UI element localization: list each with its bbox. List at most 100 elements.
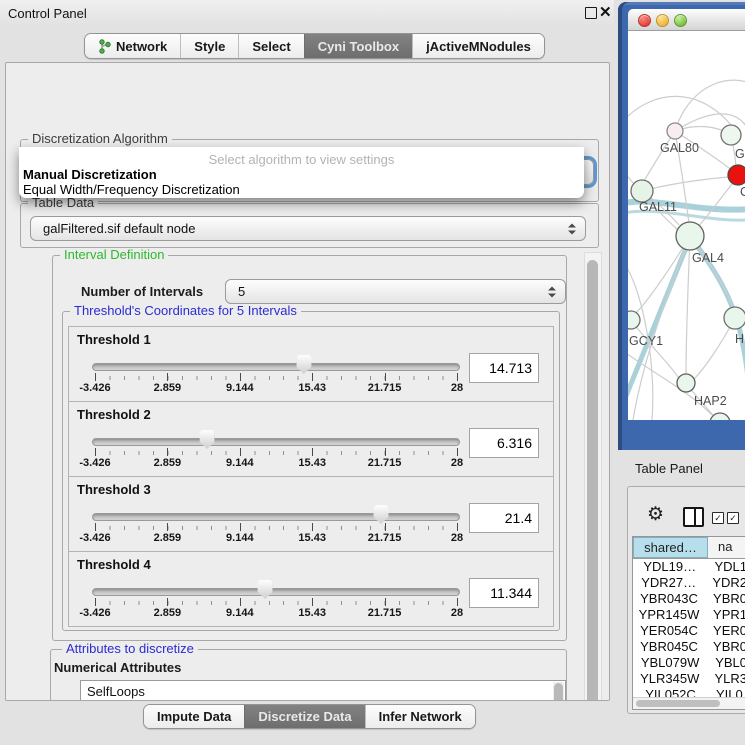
slider-track[interactable]: [92, 513, 460, 521]
threshold-4-value-field[interactable]: 11.344: [469, 578, 539, 608]
slider-thumb[interactable]: [200, 430, 215, 449]
table-header: shared… na: [633, 537, 745, 559]
network-graph: GAL80 GA C GAL11 GAL4 GCY1 H HAP2: [628, 31, 745, 420]
node-label: GA: [735, 147, 745, 161]
slider-thumb[interactable]: [296, 355, 311, 374]
threshold-2-value-field[interactable]: 6.316: [469, 428, 539, 458]
panel-title: Control Panel: [8, 6, 87, 21]
tab-discretize-data[interactable]: Discretize Data: [244, 705, 364, 728]
table-row[interactable]: YDL19…YDL1: [633, 559, 745, 575]
dropdown-option-equal-width[interactable]: Equal Width/Frequency Discretization: [23, 182, 240, 197]
edge: [675, 80, 745, 131]
slider-tick-labels: -3.426 2.859 9.144 15.43 21.715 28: [95, 607, 457, 619]
threshold-3-slider[interactable]: -3.426 2.859 9.144 15.43 21.715 28: [95, 505, 457, 550]
algorithm-group-title: Discretization Algorithm: [28, 132, 172, 146]
threshold-2-panel: Threshold 2 -3.426 2.859 9.144 15.43 21.…: [68, 401, 554, 477]
column-header-name[interactable]: na: [708, 537, 745, 558]
tab-style[interactable]: Style: [180, 34, 238, 58]
checkbox-icon[interactable]: ✓: [712, 512, 724, 524]
node-red[interactable]: [728, 165, 745, 185]
stepper-icon: [568, 223, 576, 234]
tab-network[interactable]: Network: [85, 34, 180, 58]
gear-icon[interactable]: ⚙: [647, 505, 664, 524]
list-scrollbar-thumb[interactable]: [554, 683, 563, 701]
checkbox-icon[interactable]: ✓: [727, 512, 739, 524]
control-panel-titlebar: Control Panel: [0, 0, 614, 26]
node-gcy1[interactable]: [628, 311, 640, 329]
slider-track[interactable]: [92, 438, 460, 446]
slider-ticks: [95, 448, 457, 457]
table-row[interactable]: YBR045CYBR0: [633, 639, 745, 655]
node-gal80[interactable]: [667, 123, 683, 139]
table-data-combobox[interactable]: galFiltered.sif default node: [30, 216, 586, 241]
numerical-attributes-label: Numerical Attributes: [54, 660, 181, 675]
scrollbar-thumb[interactable]: [636, 700, 720, 707]
columns-icon[interactable]: [683, 507, 704, 527]
num-intervals-combobox[interactable]: 5: [225, 279, 566, 304]
settings-scrollbar-thumb[interactable]: [587, 260, 598, 701]
table-row[interactable]: YLR345WYLR3: [633, 671, 745, 687]
node-h[interactable]: [724, 307, 745, 329]
network-canvas[interactable]: GAL80 GA C GAL11 GAL4 GCY1 H HAP2: [628, 31, 745, 420]
table-panel-title: Table Panel: [635, 461, 703, 476]
table-horizontal-scrollbar[interactable]: [633, 697, 745, 709]
slider-thumb[interactable]: [373, 505, 388, 524]
close-traffic-light-icon[interactable]: [638, 14, 651, 27]
node[interactable]: [721, 125, 741, 145]
slider-tick-labels: -3.426 2.859 9.144 15.43 21.715 28: [95, 532, 457, 544]
control-panel-tabs: Network Style Select Cyni Toolbox jActiv…: [84, 33, 545, 59]
tab-cyni-toolbox[interactable]: Cyni Toolbox: [304, 34, 412, 58]
float-window-icon[interactable]: [585, 7, 597, 19]
list-scrollbar[interactable]: [553, 682, 564, 701]
tab-infer-network[interactable]: Infer Network: [365, 705, 475, 728]
table-row[interactable]: YPR145WYPR1: [633, 607, 745, 623]
interval-group-title: Interval Definition: [60, 248, 168, 262]
network-window-titlebar[interactable]: [628, 9, 745, 31]
table-row[interactable]: YBR043CYBR0: [633, 591, 745, 607]
threshold-1-slider[interactable]: -3.426 2.859 9.144 15.43 21.715 28: [95, 355, 457, 400]
slider-ticks: [95, 598, 457, 607]
threshold-1-value-field[interactable]: 14.713: [469, 353, 539, 383]
attributes-group-title: Attributes to discretize: [62, 642, 198, 656]
num-intervals-value: 5: [238, 284, 245, 299]
tab-impute-data[interactable]: Impute Data: [144, 705, 244, 728]
slider-track[interactable]: [92, 363, 460, 371]
zoom-traffic-light-icon[interactable]: [674, 14, 687, 27]
column-header-shared-name[interactable]: shared…: [633, 537, 708, 558]
threshold-4-panel: Threshold 4 -3.426 2.859 9.144 15.43 21.…: [68, 551, 554, 627]
edge: [628, 96, 731, 125]
table-data-value: galFiltered.sif default node: [43, 221, 195, 236]
dropdown-option-manual[interactable]: Manual Discretization: [23, 167, 157, 182]
threshold-1-panel: Threshold 1 -3.426 2.859 9.144 15.43 21.…: [68, 326, 554, 402]
list-item[interactable]: SelfLoops: [81, 681, 565, 700]
table-data-group-title: Table Data: [28, 196, 98, 210]
threshold-3-label: Threshold 3: [77, 482, 151, 497]
node-gal4[interactable]: [676, 222, 704, 250]
close-icon[interactable]: ✕: [599, 3, 612, 21]
slider-ticks: [95, 523, 457, 532]
threshold-4-slider[interactable]: -3.426 2.859 9.144 15.43 21.715 28: [95, 580, 457, 625]
slider-thumb[interactable]: [258, 580, 273, 599]
node[interactable]: [710, 413, 730, 420]
node-label: GAL11: [639, 200, 677, 214]
node-gal11[interactable]: [631, 180, 653, 202]
table-row[interactable]: YDR27…YDR2: [633, 575, 745, 591]
tab-jactivemnodules[interactable]: jActiveMNodules: [412, 34, 544, 58]
threshold-2-label: Threshold 2: [77, 407, 151, 422]
node-hap2[interactable]: [677, 374, 695, 392]
node-label: GAL80: [660, 141, 699, 155]
numerical-attributes-list: SelfLoops TopologicalCoefficient Between…: [80, 680, 566, 701]
network-icon: [98, 39, 111, 54]
threshold-2-slider[interactable]: -3.426 2.859 9.144 15.43 21.715 28: [95, 430, 457, 475]
num-intervals-label: Number of Intervals: [81, 284, 203, 299]
cyni-settings-panel: Discretization Algorithm Select algorith…: [5, 62, 610, 701]
slider-track[interactable]: [92, 588, 460, 596]
table-row[interactable]: YER054CYER0: [633, 623, 745, 639]
node-label: C: [740, 185, 745, 199]
minimize-traffic-light-icon[interactable]: [656, 14, 669, 27]
threshold-3-value-field[interactable]: 21.4: [469, 503, 539, 533]
settings-scrollbar[interactable]: [584, 252, 602, 701]
table-row[interactable]: YBL079WYBL0: [633, 655, 745, 671]
tab-select[interactable]: Select: [238, 34, 303, 58]
list-item[interactable]: TopologicalCoefficient: [81, 700, 565, 701]
